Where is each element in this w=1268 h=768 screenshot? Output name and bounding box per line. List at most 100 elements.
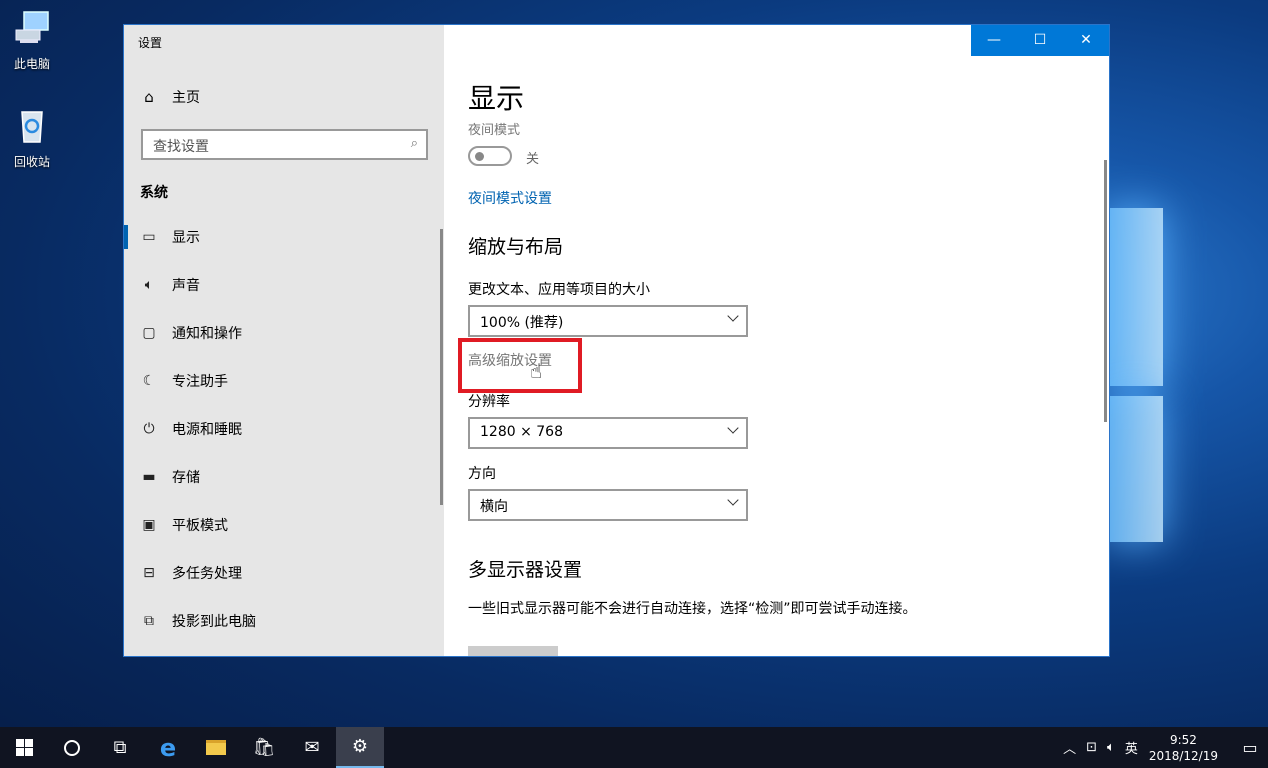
- system-tray: ︿ ⊡ 🔈︎ 英 9:52 2018/12/19 ▭: [1058, 727, 1268, 768]
- monitor-icon: ▭: [142, 229, 156, 245]
- recycle-bin-icon: [21, 111, 43, 143]
- main-scrollbar[interactable]: [1104, 160, 1107, 422]
- sidebar-item-sound[interactable]: 🔈︎ 声音: [124, 261, 444, 309]
- resolution-dropdown[interactable]: 1280 × 768: [468, 417, 748, 449]
- resolution-value: 1280 × 768: [480, 424, 563, 440]
- clock-time: 9:52: [1169, 732, 1197, 747]
- night-mode-label: 夜间模式: [468, 123, 521, 138]
- desktop-icon-this-pc[interactable]: 此电脑: [0, 8, 64, 72]
- sidebar-item-label: 声音: [172, 278, 200, 294]
- sidebar-item-label: 平板模式: [172, 518, 228, 534]
- settings-taskbar-button[interactable]: ⚙: [336, 727, 384, 768]
- home-icon: ⌂: [144, 88, 154, 106]
- chevron-down-icon: [727, 494, 739, 506]
- scale-label: 更改文本、应用等项目的大小: [468, 282, 650, 298]
- mail-button[interactable]: ✉: [288, 727, 336, 768]
- search-icon[interactable]: ⌕: [411, 136, 418, 151]
- edge-icon: e: [159, 733, 177, 762]
- night-mode-toggle[interactable]: [468, 146, 512, 166]
- chevron-down-icon: [727, 422, 739, 434]
- sidebar-item-label: 投影到此电脑: [172, 614, 256, 630]
- night-mode-state: 关: [526, 152, 540, 167]
- volume-icon[interactable]: 🔈︎: [1107, 740, 1115, 755]
- scale-value: 100% (推荐): [480, 315, 564, 331]
- sidebar-item-notifications[interactable]: ▢ 通知和操作: [124, 309, 444, 357]
- clock[interactable]: 9:52 2018/12/19: [1149, 732, 1218, 764]
- toggle-knob: [475, 152, 484, 161]
- resolution-label: 分辨率: [468, 394, 510, 410]
- sidebar-section-title: 系统: [140, 185, 168, 201]
- close-button[interactable]: ✕: [1063, 25, 1109, 56]
- sidebar-item-focus-assist[interactable]: ☾ 专注助手: [124, 357, 444, 405]
- sidebar-home-label: 主页: [172, 90, 200, 106]
- highlight-box: [458, 338, 582, 393]
- drive-icon: ▬: [142, 469, 156, 485]
- sidebar-scrollbar[interactable]: [440, 229, 443, 505]
- sidebar-item-power-sleep[interactable]: ⏻ 电源和睡眠: [124, 405, 444, 453]
- windows-logo-wallpaper: [1108, 180, 1268, 560]
- scale-dropdown[interactable]: 100% (推荐): [468, 305, 748, 337]
- store-bag-icon: 🛍︎: [252, 737, 276, 758]
- action-center-icon[interactable]: ▭: [1232, 738, 1268, 757]
- message-icon: ▢: [142, 325, 156, 341]
- detect-button[interactable]: [468, 646, 558, 656]
- taskbar: ⧉ e 🛍︎ ✉ ⚙ ︿ ⊡ 🔈︎ 英 9:52 2018/12/19 ▭: [0, 727, 1268, 768]
- page-title: 显示: [468, 82, 525, 115]
- edge-button[interactable]: e: [144, 727, 192, 768]
- folder-icon: [206, 740, 226, 755]
- store-button[interactable]: 🛍︎: [240, 727, 288, 768]
- sidebar: 设置 ⌂ 主页 查找设置 ⌕ 系统 ▭ 显示 🔈︎ 声音 ▢ 通知和操作 ☾ 专…: [124, 25, 444, 656]
- sidebar-home[interactable]: ⌂ 主页: [140, 87, 200, 107]
- settings-window: 设置 ⌂ 主页 查找设置 ⌕ 系统 ▭ 显示 🔈︎ 声音 ▢ 通知和操作 ☾ 专…: [123, 24, 1110, 657]
- logo-pane: [1108, 208, 1163, 386]
- maximize-button[interactable]: ☐: [1017, 25, 1063, 56]
- ime-indicator[interactable]: 英: [1125, 738, 1138, 757]
- search-placeholder: 查找设置: [153, 139, 209, 155]
- task-view-button[interactable]: ⧉: [96, 727, 144, 768]
- task-view-icon: ⧉: [113, 737, 127, 758]
- mail-icon: ✉: [304, 737, 320, 758]
- sidebar-item-label: 通知和操作: [172, 326, 242, 342]
- file-explorer-button[interactable]: [192, 727, 240, 768]
- clock-date: 2018/12/19: [1148, 748, 1218, 763]
- cortana-circle-icon: [64, 739, 80, 756]
- desktop-icon-label: 回收站: [13, 155, 50, 169]
- windows-start-icon: [15, 739, 33, 756]
- sidebar-item-tablet-mode[interactable]: ▣ 平板模式: [124, 501, 444, 549]
- sidebar-item-label: 多任务处理: [172, 566, 242, 582]
- cortana-button[interactable]: [48, 727, 96, 768]
- window-title: 设置: [138, 36, 163, 50]
- desktop-icon-recycle-bin[interactable]: 回收站: [0, 106, 64, 170]
- logo-pane: [1108, 396, 1163, 542]
- night-mode-settings-link[interactable]: 夜间模式设置: [468, 188, 552, 208]
- network-icon[interactable]: ⊡: [1086, 740, 1097, 755]
- tablet-icon: ▣: [142, 517, 156, 533]
- chevron-down-icon: [727, 310, 739, 322]
- orientation-dropdown[interactable]: 横向: [468, 489, 748, 521]
- orientation-label: 方向: [468, 466, 496, 482]
- sidebar-item-label: 存储: [172, 470, 200, 486]
- speaker-icon: 🔈︎: [144, 277, 154, 293]
- desktop-icon-label: 此电脑: [13, 57, 50, 71]
- sidebar-item-storage[interactable]: ▬ 存储: [124, 453, 444, 501]
- multi-display-description: 一些旧式显示器可能不会进行自动连接，选择“检测”即可尝试手动连接。: [468, 601, 917, 617]
- window-controls: — ☐ ✕: [971, 25, 1109, 56]
- search-input[interactable]: 查找设置 ⌕: [141, 129, 428, 160]
- project-icon: ⧉: [144, 613, 154, 629]
- sidebar-item-label: 专注助手: [172, 374, 228, 390]
- moon-icon: ☾: [142, 373, 156, 389]
- hand-cursor-icon: ☝: [530, 359, 543, 383]
- gear-icon: ⚙: [351, 736, 369, 757]
- sidebar-item-multitasking[interactable]: ⊟ 多任务处理: [124, 549, 444, 597]
- orientation-value: 横向: [480, 499, 508, 515]
- multi-display-heading: 多显示器设置: [468, 559, 583, 581]
- sidebar-item-project[interactable]: ⧉ 投影到此电脑: [124, 597, 444, 645]
- minimize-button[interactable]: —: [971, 25, 1017, 56]
- sidebar-item-display[interactable]: ▭ 显示: [124, 213, 444, 261]
- start-button[interactable]: [0, 727, 48, 768]
- power-icon: ⏻: [143, 421, 155, 437]
- chevron-up-icon[interactable]: ︿: [1063, 738, 1076, 757]
- multitask-icon: ⊟: [143, 565, 155, 581]
- sidebar-nav: ▭ 显示 🔈︎ 声音 ▢ 通知和操作 ☾ 专注助手 ⏻ 电源和睡眠 ▬ 存储 ▣…: [124, 213, 444, 645]
- computer-icon: [15, 11, 49, 43]
